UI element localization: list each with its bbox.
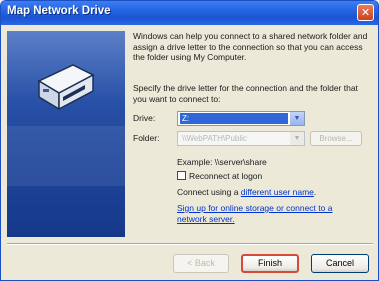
folder-value: \\WebPATH\Public — [182, 134, 247, 143]
instruction-text: Specify the drive letter for the connect… — [133, 83, 358, 104]
folder-input[interactable]: \\WebPATH\Public ▼ — [177, 131, 305, 146]
close-button[interactable]: ✕ — [357, 4, 374, 21]
panel-decoration — [7, 126, 125, 186]
footer-divider — [7, 243, 373, 245]
network-drive-icon — [37, 64, 95, 111]
folder-example: Example: \\server\share — [177, 157, 267, 167]
reconnect-checkbox[interactable] — [177, 171, 186, 180]
back-button[interactable]: < Back — [173, 254, 229, 273]
close-icon: ✕ — [360, 6, 371, 19]
connect-suffix: . — [313, 187, 317, 197]
description-text: Windows can help you connect to a shared… — [133, 31, 368, 62]
chevron-down-icon[interactable]: ▼ — [290, 112, 304, 125]
title-bar[interactable]: Map Network Drive ✕ — [1, 1, 378, 25]
reconnect-option[interactable]: Reconnect at logon — [177, 171, 262, 182]
connect-prefix: Connect using a — [177, 187, 241, 197]
map-network-drive-dialog: Map Network Drive ✕ Windows can help you… — [0, 0, 379, 281]
different-user-link[interactable]: different user name — [241, 187, 314, 197]
drive-label: Drive: — [133, 113, 156, 123]
folder-label: Folder: — [133, 133, 160, 143]
finish-button[interactable]: Finish — [241, 254, 299, 273]
window-title: Map Network Drive — [7, 5, 111, 17]
drive-value: Z: — [180, 113, 288, 124]
wizard-graphic-panel — [7, 31, 125, 237]
cancel-button[interactable]: Cancel — [311, 254, 369, 273]
connect-as-text: Connect using a different user name. — [177, 187, 316, 198]
reconnect-label: Reconnect at logon — [189, 171, 263, 181]
browse-button[interactable]: Browse... — [310, 131, 362, 146]
online-storage-link[interactable]: Sign up for online storage or connect to… — [177, 203, 355, 224]
chevron-down-icon[interactable]: ▼ — [290, 132, 304, 145]
drive-select[interactable]: Z: ▼ — [177, 111, 305, 126]
